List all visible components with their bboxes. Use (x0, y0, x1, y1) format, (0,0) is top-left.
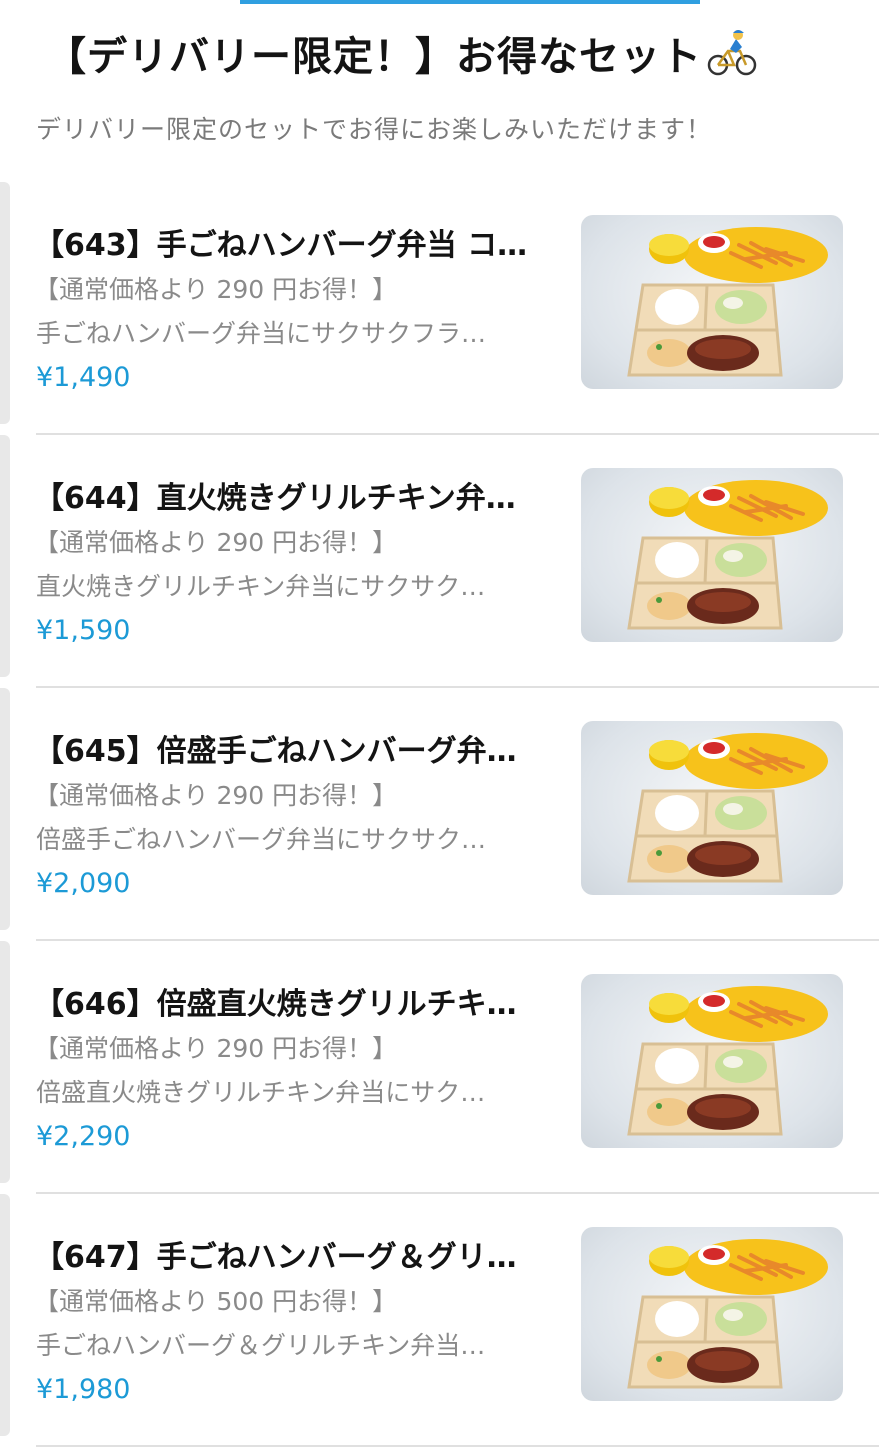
discount-label: 【通常価格より 500 円お得！】 (34, 1287, 398, 1316)
bento-photo-icon (627, 733, 828, 883)
product-title: 【645】倍盛手ごねハンバーグ弁… (34, 734, 517, 769)
product-description: 手ごねハンバーグ弁当にサクサクフラ… (36, 319, 487, 348)
product-title: 【644】直火焼きグリルチキン弁… (34, 481, 516, 516)
product-price: ¥1,980 (36, 1374, 131, 1405)
product-price: ¥2,090 (36, 868, 131, 899)
list-item-edge (0, 1194, 10, 1436)
product-list-item[interactable]: 【647】手ごねハンバーグ＆グリ… 【通常価格より 500 円お得！】 手ごねハ… (0, 1194, 879, 1447)
product-image[interactable] (581, 215, 843, 389)
list-item-edge (0, 941, 10, 1183)
discount-label: 【通常価格より 290 円お得！】 (34, 1034, 398, 1063)
product-list-item[interactable]: 【645】倍盛手ごねハンバーグ弁… 【通常価格より 290 円お得！】 倍盛手ご… (0, 688, 879, 941)
product-image[interactable] (581, 468, 843, 642)
bento-photo-icon (627, 227, 828, 377)
list-item-edge (0, 182, 10, 424)
product-price: ¥2,290 (36, 1121, 131, 1152)
product-price: ¥1,490 (36, 362, 131, 393)
product-description: 倍盛手ごねハンバーグ弁当にサクサク… (36, 825, 487, 854)
product-image[interactable] (581, 974, 843, 1148)
section-subtitle: デリバリー限定のセットでお得にお楽しみいただけます！ (36, 115, 713, 144)
list-item-edge (0, 435, 10, 677)
bicycle-rider-icon (706, 27, 758, 79)
bento-photo-icon (627, 1239, 828, 1389)
section-title-text: 【デリバリー限定！】お得なセット (46, 34, 702, 80)
discount-label: 【通常価格より 290 円お得！】 (34, 275, 398, 304)
product-price: ¥1,590 (36, 615, 131, 646)
product-list: 【643】手ごねハンバーグ弁当 コ… 【通常価格より 290 円お得！】 手ごね… (0, 182, 879, 1447)
bento-photo-icon (627, 986, 828, 1136)
product-title: 【643】手ごねハンバーグ弁当 コ… (34, 228, 528, 263)
product-description: 直火焼きグリルチキン弁当にサクサク… (36, 572, 486, 601)
product-list-item[interactable]: 【643】手ごねハンバーグ弁当 コ… 【通常価格より 290 円お得！】 手ごね… (0, 182, 879, 435)
list-item-edge (0, 688, 10, 930)
product-list-item[interactable]: 【644】直火焼きグリルチキン弁… 【通常価格より 290 円お得！】 直火焼き… (0, 435, 879, 688)
active-tab-indicator (240, 0, 700, 4)
product-title: 【647】手ごねハンバーグ＆グリ… (34, 1240, 517, 1275)
product-list-item[interactable]: 【646】倍盛直火焼きグリルチキ… 【通常価格より 290 円お得！】 倍盛直火… (0, 941, 879, 1194)
bento-photo-icon (627, 480, 828, 630)
list-divider (36, 1445, 879, 1447)
product-description: 倍盛直火焼きグリルチキン弁当にサク… (36, 1078, 486, 1107)
discount-label: 【通常価格より 290 円お得！】 (34, 528, 398, 557)
product-image[interactable] (581, 721, 843, 895)
product-image[interactable] (581, 1227, 843, 1401)
product-title: 【646】倍盛直火焼きグリルチキ… (34, 987, 517, 1022)
product-description: 手ごねハンバーグ＆グリルチキン弁当… (36, 1331, 486, 1360)
section-title: 【デリバリー限定！】お得なセット (46, 24, 758, 82)
discount-label: 【通常価格より 290 円お得！】 (34, 781, 398, 810)
